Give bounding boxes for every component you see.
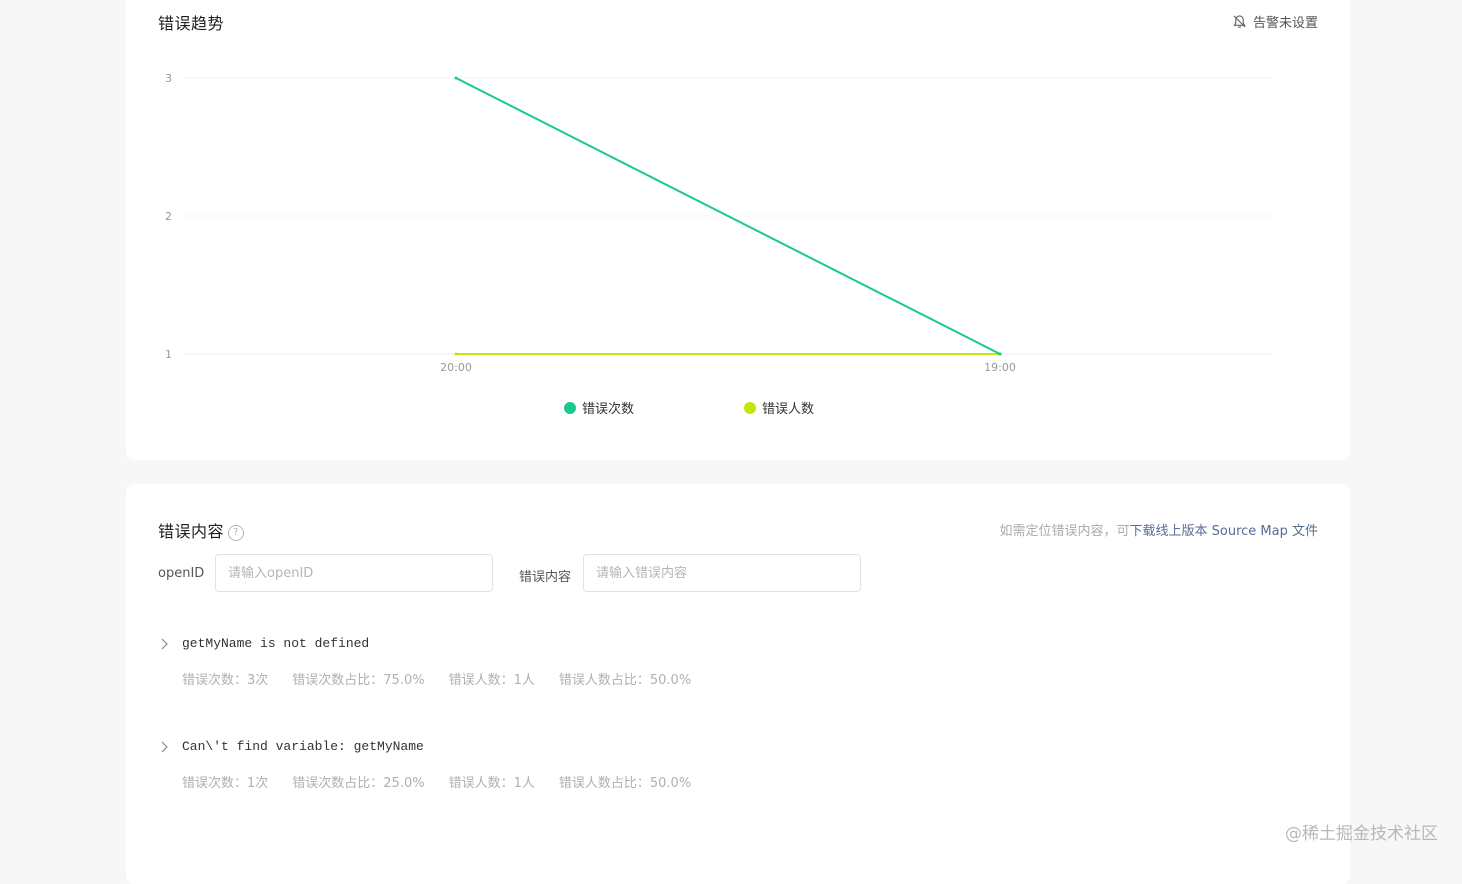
error-content-label: 错误内容 xyxy=(519,566,571,585)
error-stats: 错误次数：3次 错误次数占比：75.0% 错误人数：1人 错误人数占比：50.0… xyxy=(182,669,1318,688)
download-sourcemap-link[interactable]: 下载线上版本 Source Map 文件 xyxy=(1130,524,1318,539)
error-message: getMyName is not defined xyxy=(182,636,369,651)
chevron-right-icon xyxy=(160,637,170,651)
error-content-input[interactable] xyxy=(583,554,861,592)
chevron-right-icon xyxy=(160,740,170,754)
error-item: Can\'t find variable: getMyName 错误次数：1次 … xyxy=(158,739,1318,791)
legend-item-error-count[interactable]: 错误次数 xyxy=(564,398,634,417)
data-point-error-count xyxy=(999,353,1002,356)
error-count: 错误次数：3次 xyxy=(182,669,268,688)
openid-input[interactable] xyxy=(215,554,493,592)
legend-label-error-users: 错误人数 xyxy=(762,398,814,417)
error-stats: 错误次数：1次 错误次数占比：25.0% 错误人数：1人 错误人数占比：50.0… xyxy=(182,772,1318,791)
error-count-ratio: 错误次数占比：25.0% xyxy=(292,772,424,791)
watermark: @稀土掘金技术社区 xyxy=(1285,819,1438,844)
error-message: Can\'t find variable: getMyName xyxy=(182,739,424,754)
legend-dot-error-users xyxy=(744,402,756,414)
y-tick-label: 1 xyxy=(165,348,172,361)
chart-legend: 错误次数 错误人数 xyxy=(126,398,1350,416)
error-users-ratio: 错误人数占比：50.0% xyxy=(559,669,691,688)
sourcemap-hint: 如需定位错误内容，可下载线上版本 Source Map 文件 xyxy=(1000,520,1319,539)
error-item-header[interactable]: getMyName is not defined xyxy=(158,636,1318,651)
openid-label: openID xyxy=(158,566,204,581)
legend-item-error-users[interactable]: 错误人数 xyxy=(744,398,814,417)
error-count-ratio: 错误次数占比：75.0% xyxy=(292,669,424,688)
error-count: 错误次数：1次 xyxy=(182,772,268,791)
errors-title: 错误内容? xyxy=(158,518,244,542)
error-users: 错误人数：1人 xyxy=(449,772,535,791)
legend-label-error-count: 错误次数 xyxy=(582,398,634,417)
error-item-header[interactable]: Can\'t find variable: getMyName xyxy=(158,739,1318,754)
error-users: 错误人数：1人 xyxy=(449,669,535,688)
error-trend-card: 错误趋势 告警未设置 12320:0019:00 错误次数 错误人数 xyxy=(126,0,1350,460)
x-tick-label: 19:00 xyxy=(984,361,1016,374)
y-tick-label: 2 xyxy=(165,210,172,223)
data-point-error-users xyxy=(455,353,458,356)
x-tick-label: 20:00 xyxy=(440,361,472,374)
error-content-card: 错误内容? 如需定位错误内容，可下载线上版本 Source Map 文件 ope… xyxy=(126,484,1350,884)
errors-title-text: 错误内容 xyxy=(158,522,224,541)
data-point-error-count xyxy=(455,77,458,80)
y-tick-label: 3 xyxy=(165,72,172,85)
error-item: getMyName is not defined 错误次数：3次 错误次数占比：… xyxy=(158,636,1318,688)
sourcemap-hint-text: 如需定位错误内容，可 xyxy=(1000,524,1130,539)
error-trend-chart: 1 2 3 20:00 19:00 xyxy=(126,0,1350,392)
error-users-ratio: 错误人数占比：50.0% xyxy=(559,772,691,791)
legend-dot-error-count xyxy=(564,402,576,414)
help-icon[interactable]: ? xyxy=(228,525,244,541)
